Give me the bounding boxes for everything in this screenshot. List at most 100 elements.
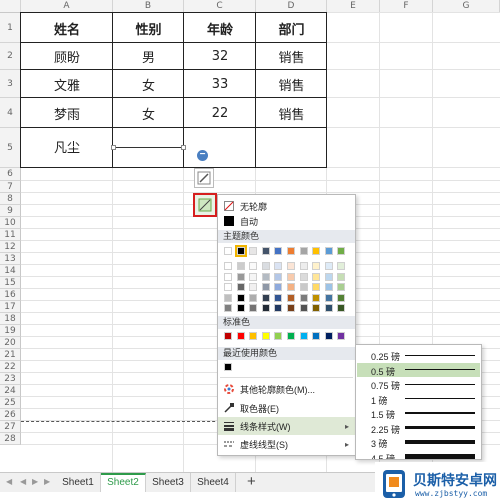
theme-color-shade-swatch[interactable] <box>274 304 283 312</box>
theme-color-shade-swatch[interactable] <box>312 283 321 291</box>
row-header-17[interactable]: 17 <box>0 301 21 313</box>
standard-color-swatch[interactable] <box>287 332 295 340</box>
row-header-26[interactable]: 26 <box>0 409 21 421</box>
row-header-13[interactable]: 13 <box>0 253 21 265</box>
row-header-11[interactable]: 11 <box>0 229 21 241</box>
standard-color-swatch[interactable] <box>261 332 270 340</box>
line-style-option[interactable]: 线条样式(W) ▸ <box>218 417 355 435</box>
table-cell[interactable] <box>256 128 327 164</box>
row-header-1[interactable]: 1 <box>0 13 21 43</box>
row-header-6[interactable]: 6 <box>0 168 21 181</box>
line-weight-option[interactable]: 0.5 磅 <box>357 362 480 377</box>
table-header-cell[interactable]: 部门 <box>256 13 327 43</box>
theme-color-shade-swatch[interactable] <box>299 283 308 291</box>
row-header-7[interactable]: 7 <box>0 181 21 193</box>
row-header-24[interactable]: 24 <box>0 385 21 397</box>
row-header-23[interactable]: 23 <box>0 373 21 385</box>
theme-color-shade-swatch[interactable] <box>312 272 321 281</box>
row-header-12[interactable]: 12 <box>0 241 21 253</box>
standard-color-swatch[interactable] <box>324 332 333 340</box>
theme-color-swatch[interactable] <box>249 247 258 255</box>
theme-color-shade-swatch[interactable] <box>249 272 258 281</box>
theme-color-shade-swatch[interactable] <box>261 262 270 270</box>
theme-color-shade-swatch[interactable] <box>274 283 283 291</box>
row-header-27[interactable]: 27 <box>0 421 21 433</box>
row-header-16[interactable]: 16 <box>0 289 21 301</box>
theme-color-shade-swatch[interactable] <box>299 293 308 302</box>
row-header-22[interactable]: 22 <box>0 361 21 373</box>
table-cell[interactable]: 22 <box>184 98 256 128</box>
table-cell[interactable]: 凡尘 <box>21 128 113 164</box>
line-weight-option[interactable]: 1 磅 <box>357 392 480 406</box>
theme-color-swatch[interactable] <box>224 247 232 255</box>
standard-color-swatch[interactable] <box>337 332 346 340</box>
standard-color-swatch[interactable] <box>299 332 308 340</box>
theme-color-shade-swatch[interactable] <box>274 272 283 281</box>
table-header-cell[interactable]: 姓名 <box>21 13 113 43</box>
row-header-14[interactable]: 14 <box>0 265 21 277</box>
theme-color-shade-swatch[interactable] <box>249 293 258 302</box>
row-header-19[interactable]: 19 <box>0 325 21 337</box>
theme-color-shade-swatch[interactable] <box>287 272 295 281</box>
row-header-10[interactable]: 10 <box>0 217 21 229</box>
auto-color-option[interactable]: 自动 <box>218 212 355 230</box>
line-weight-option[interactable]: 0.75 磅 <box>357 377 480 391</box>
table-cell[interactable]: 顾盼 <box>21 43 113 70</box>
theme-color-shade-swatch[interactable] <box>236 262 245 270</box>
table-cell[interactable]: 梦雨 <box>21 98 113 128</box>
shape-outline-button[interactable] <box>193 193 217 217</box>
theme-color-shade-swatch[interactable] <box>261 272 270 281</box>
theme-color-shade-swatch[interactable] <box>249 262 258 270</box>
row-header-28[interactable]: 28 <box>0 433 21 445</box>
theme-color-shade-swatch[interactable] <box>287 293 295 302</box>
theme-color-shade-swatch[interactable] <box>236 293 245 302</box>
theme-color-shade-swatch[interactable] <box>249 304 258 312</box>
add-sheet-button[interactable]: + <box>247 473 256 492</box>
line-weight-option[interactable]: 1.5 磅 <box>357 406 480 420</box>
row-header-4[interactable]: 4 <box>0 98 21 128</box>
theme-color-shade-swatch[interactable] <box>287 262 295 270</box>
row-header-2[interactable]: 2 <box>0 43 21 70</box>
row-header-8[interactable]: 8 <box>0 193 21 205</box>
theme-color-swatch[interactable] <box>312 247 321 255</box>
row-header-3[interactable]: 3 <box>0 70 21 98</box>
theme-color-shade-swatch[interactable] <box>324 293 333 302</box>
theme-color-shade-swatch[interactable] <box>324 272 333 281</box>
theme-color-shade-swatch[interactable] <box>337 262 346 270</box>
theme-color-shade-swatch[interactable] <box>274 293 283 302</box>
sheet-tab-sheet2[interactable]: Sheet2 <box>101 473 146 492</box>
row-header-20[interactable]: 20 <box>0 337 21 349</box>
row-header-21[interactable]: 21 <box>0 349 21 361</box>
theme-color-shade-swatch[interactable] <box>224 283 232 291</box>
recent-color-swatch[interactable] <box>224 363 232 371</box>
theme-color-swatch[interactable] <box>299 247 308 255</box>
theme-color-swatch[interactable] <box>274 247 283 255</box>
table-cell[interactable]: 销售 <box>256 70 327 98</box>
row-header-5[interactable]: 5 <box>0 128 21 168</box>
line-weight-option[interactable]: 2.25 磅 <box>357 421 480 435</box>
theme-color-shade-swatch[interactable] <box>274 262 283 270</box>
table-cell[interactable]: 销售 <box>256 43 327 70</box>
table-cell[interactable]: 女 <box>113 70 184 98</box>
theme-color-swatch[interactable] <box>287 247 295 255</box>
row-header-25[interactable]: 25 <box>0 397 21 409</box>
theme-color-shade-swatch[interactable] <box>324 283 333 291</box>
theme-color-shade-swatch[interactable] <box>224 293 232 302</box>
theme-color-shade-swatch[interactable] <box>224 262 232 270</box>
theme-color-swatch[interactable] <box>234 245 247 257</box>
dash-type-option[interactable]: 虚线线型(S) ▸ <box>218 435 355 453</box>
line-weight-option[interactable]: 3 磅 <box>357 435 480 449</box>
table-cell[interactable]: 文雅 <box>21 70 113 98</box>
last-sheet-icon[interactable]: ▶ <box>44 477 50 486</box>
theme-color-shade-swatch[interactable] <box>236 283 245 291</box>
edit-shape-button[interactable] <box>194 168 214 188</box>
sheet-tab-sheet1[interactable]: Sheet1 <box>56 473 101 492</box>
standard-color-swatch[interactable] <box>224 332 232 340</box>
theme-color-shade-swatch[interactable] <box>236 272 245 281</box>
row-header-15[interactable]: 15 <box>0 277 21 289</box>
row-header-9[interactable]: 9 <box>0 205 21 217</box>
table-cell[interactable]: 销售 <box>256 98 327 128</box>
theme-color-shade-swatch[interactable] <box>324 262 333 270</box>
theme-color-shade-swatch[interactable] <box>299 304 308 312</box>
theme-color-swatch[interactable] <box>324 247 333 255</box>
